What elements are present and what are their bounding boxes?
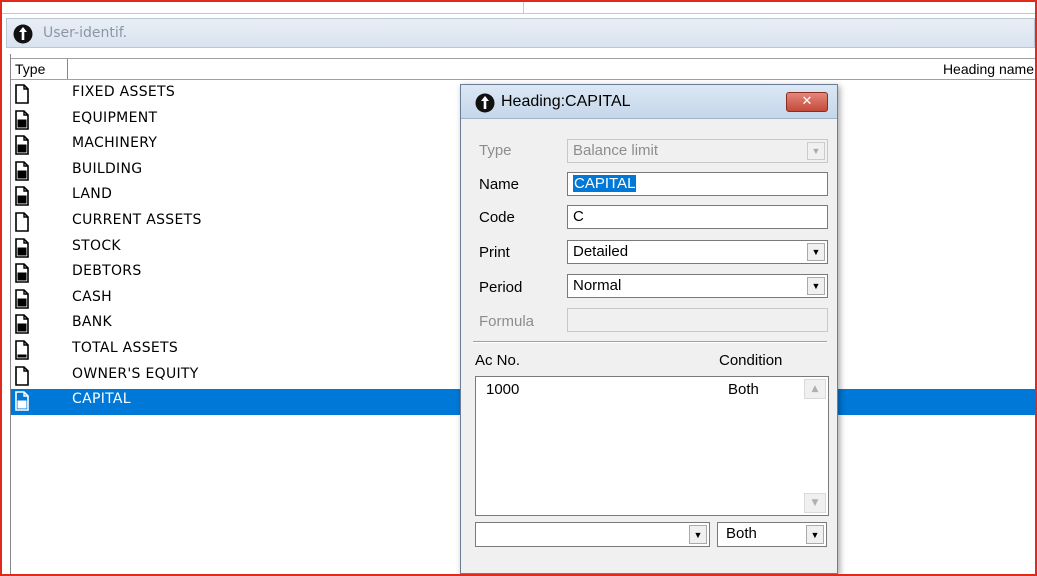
strip-divider (523, 2, 524, 13)
name-label: Name (479, 176, 520, 193)
heading-name: MACHINERY (72, 135, 158, 152)
open-document-icon (15, 84, 29, 108)
document-icon (15, 288, 29, 313)
heading-name: DEBTORS (72, 263, 142, 280)
type-dropdown: Balance limit ▼ (567, 139, 828, 163)
formula-label: Formula (479, 313, 535, 330)
column-header-heading-name[interactable]: Heading name (943, 61, 1034, 77)
open-document-icon (15, 365, 29, 390)
document-icon (15, 186, 29, 210)
scrollbar[interactable]: ▲ ▼ (804, 379, 826, 513)
document-icon (15, 135, 29, 159)
heading-name: CAPITAL (72, 391, 131, 408)
divider (473, 341, 827, 343)
close-button[interactable]: ✕ (786, 92, 828, 112)
dialog-title: Heading:CAPITAL (501, 93, 631, 110)
account-dropdown[interactable]: ▼ (475, 522, 710, 547)
code-label: Code (479, 209, 515, 226)
grid-header: Type Heading name (11, 58, 1035, 80)
app-logo-icon (475, 93, 495, 117)
ac-no-header: Ac No. (475, 352, 521, 369)
scroll-up-icon[interactable]: ▲ (804, 379, 826, 399)
type-label: Type (479, 142, 512, 159)
document-icon (15, 237, 29, 262)
app-logo-icon (13, 24, 33, 48)
document-icon (15, 160, 29, 185)
document-icon (15, 109, 29, 134)
heading-name: TOTAL ASSETS (72, 339, 179, 356)
formula-field (567, 308, 828, 332)
chevron-down-icon[interactable]: ▼ (806, 525, 824, 544)
chevron-down-icon[interactable]: ▼ (807, 243, 825, 261)
condition-header: Condition (719, 352, 783, 369)
code-field[interactable]: C (567, 205, 828, 229)
type-value: Balance limit (573, 142, 659, 159)
chevron-down-icon[interactable]: ▼ (807, 277, 825, 295)
print-label: Print (479, 244, 510, 261)
print-dropdown[interactable]: Detailed ▼ (567, 240, 828, 264)
document-icon (15, 314, 29, 338)
chevron-down-icon[interactable]: ▼ (689, 525, 707, 544)
heading-name: FIXED ASSETS (72, 84, 176, 100)
period-label: Period (479, 279, 523, 296)
main-window: User-identif. Type Heading name FIXED AS… (0, 0, 1037, 576)
heading-name: STOCK (72, 237, 121, 254)
top-strip (2, 2, 1035, 14)
column-header-type[interactable]: Type (15, 61, 45, 77)
column-divider[interactable] (67, 59, 68, 79)
document-icon (15, 391, 29, 415)
heading-name: CURRENT ASSETS (72, 211, 202, 228)
name-value: CAPITAL (573, 175, 637, 192)
code-value: C (573, 208, 584, 225)
scroll-down-icon[interactable]: ▼ (804, 493, 826, 513)
open-document-icon (15, 212, 29, 236)
total-document-icon (15, 340, 29, 364)
account-condition: Both (728, 381, 759, 398)
heading-name: BUILDING (72, 160, 143, 177)
name-field[interactable]: CAPITAL (567, 172, 828, 196)
heading-name: CASH (72, 288, 112, 305)
chevron-down-icon: ▼ (807, 142, 825, 160)
heading-name: BANK (72, 314, 113, 331)
heading-name: LAND (72, 186, 113, 203)
condition-dropdown[interactable]: Both ▼ (717, 522, 827, 547)
account-number: 1000 (486, 381, 520, 398)
window-titlebar[interactable]: User-identif. (6, 18, 1035, 48)
window-title: User-identif. (43, 25, 128, 41)
heading-dialog: Heading:CAPITAL ✕ Type Balance limit ▼ N… (460, 84, 838, 574)
heading-name: EQUIPMENT (72, 109, 158, 126)
condition-dropdown-value: Both (726, 525, 757, 542)
heading-name: OWNER'S EQUITY (72, 365, 199, 382)
period-value: Normal (573, 277, 622, 294)
dialog-titlebar[interactable]: Heading:CAPITAL ✕ (461, 85, 837, 119)
period-dropdown[interactable]: Normal ▼ (567, 274, 828, 298)
print-value: Detailed (573, 243, 629, 260)
accounts-list[interactable]: 1000 Both ▲ ▼ (475, 376, 829, 516)
document-icon (15, 263, 29, 287)
